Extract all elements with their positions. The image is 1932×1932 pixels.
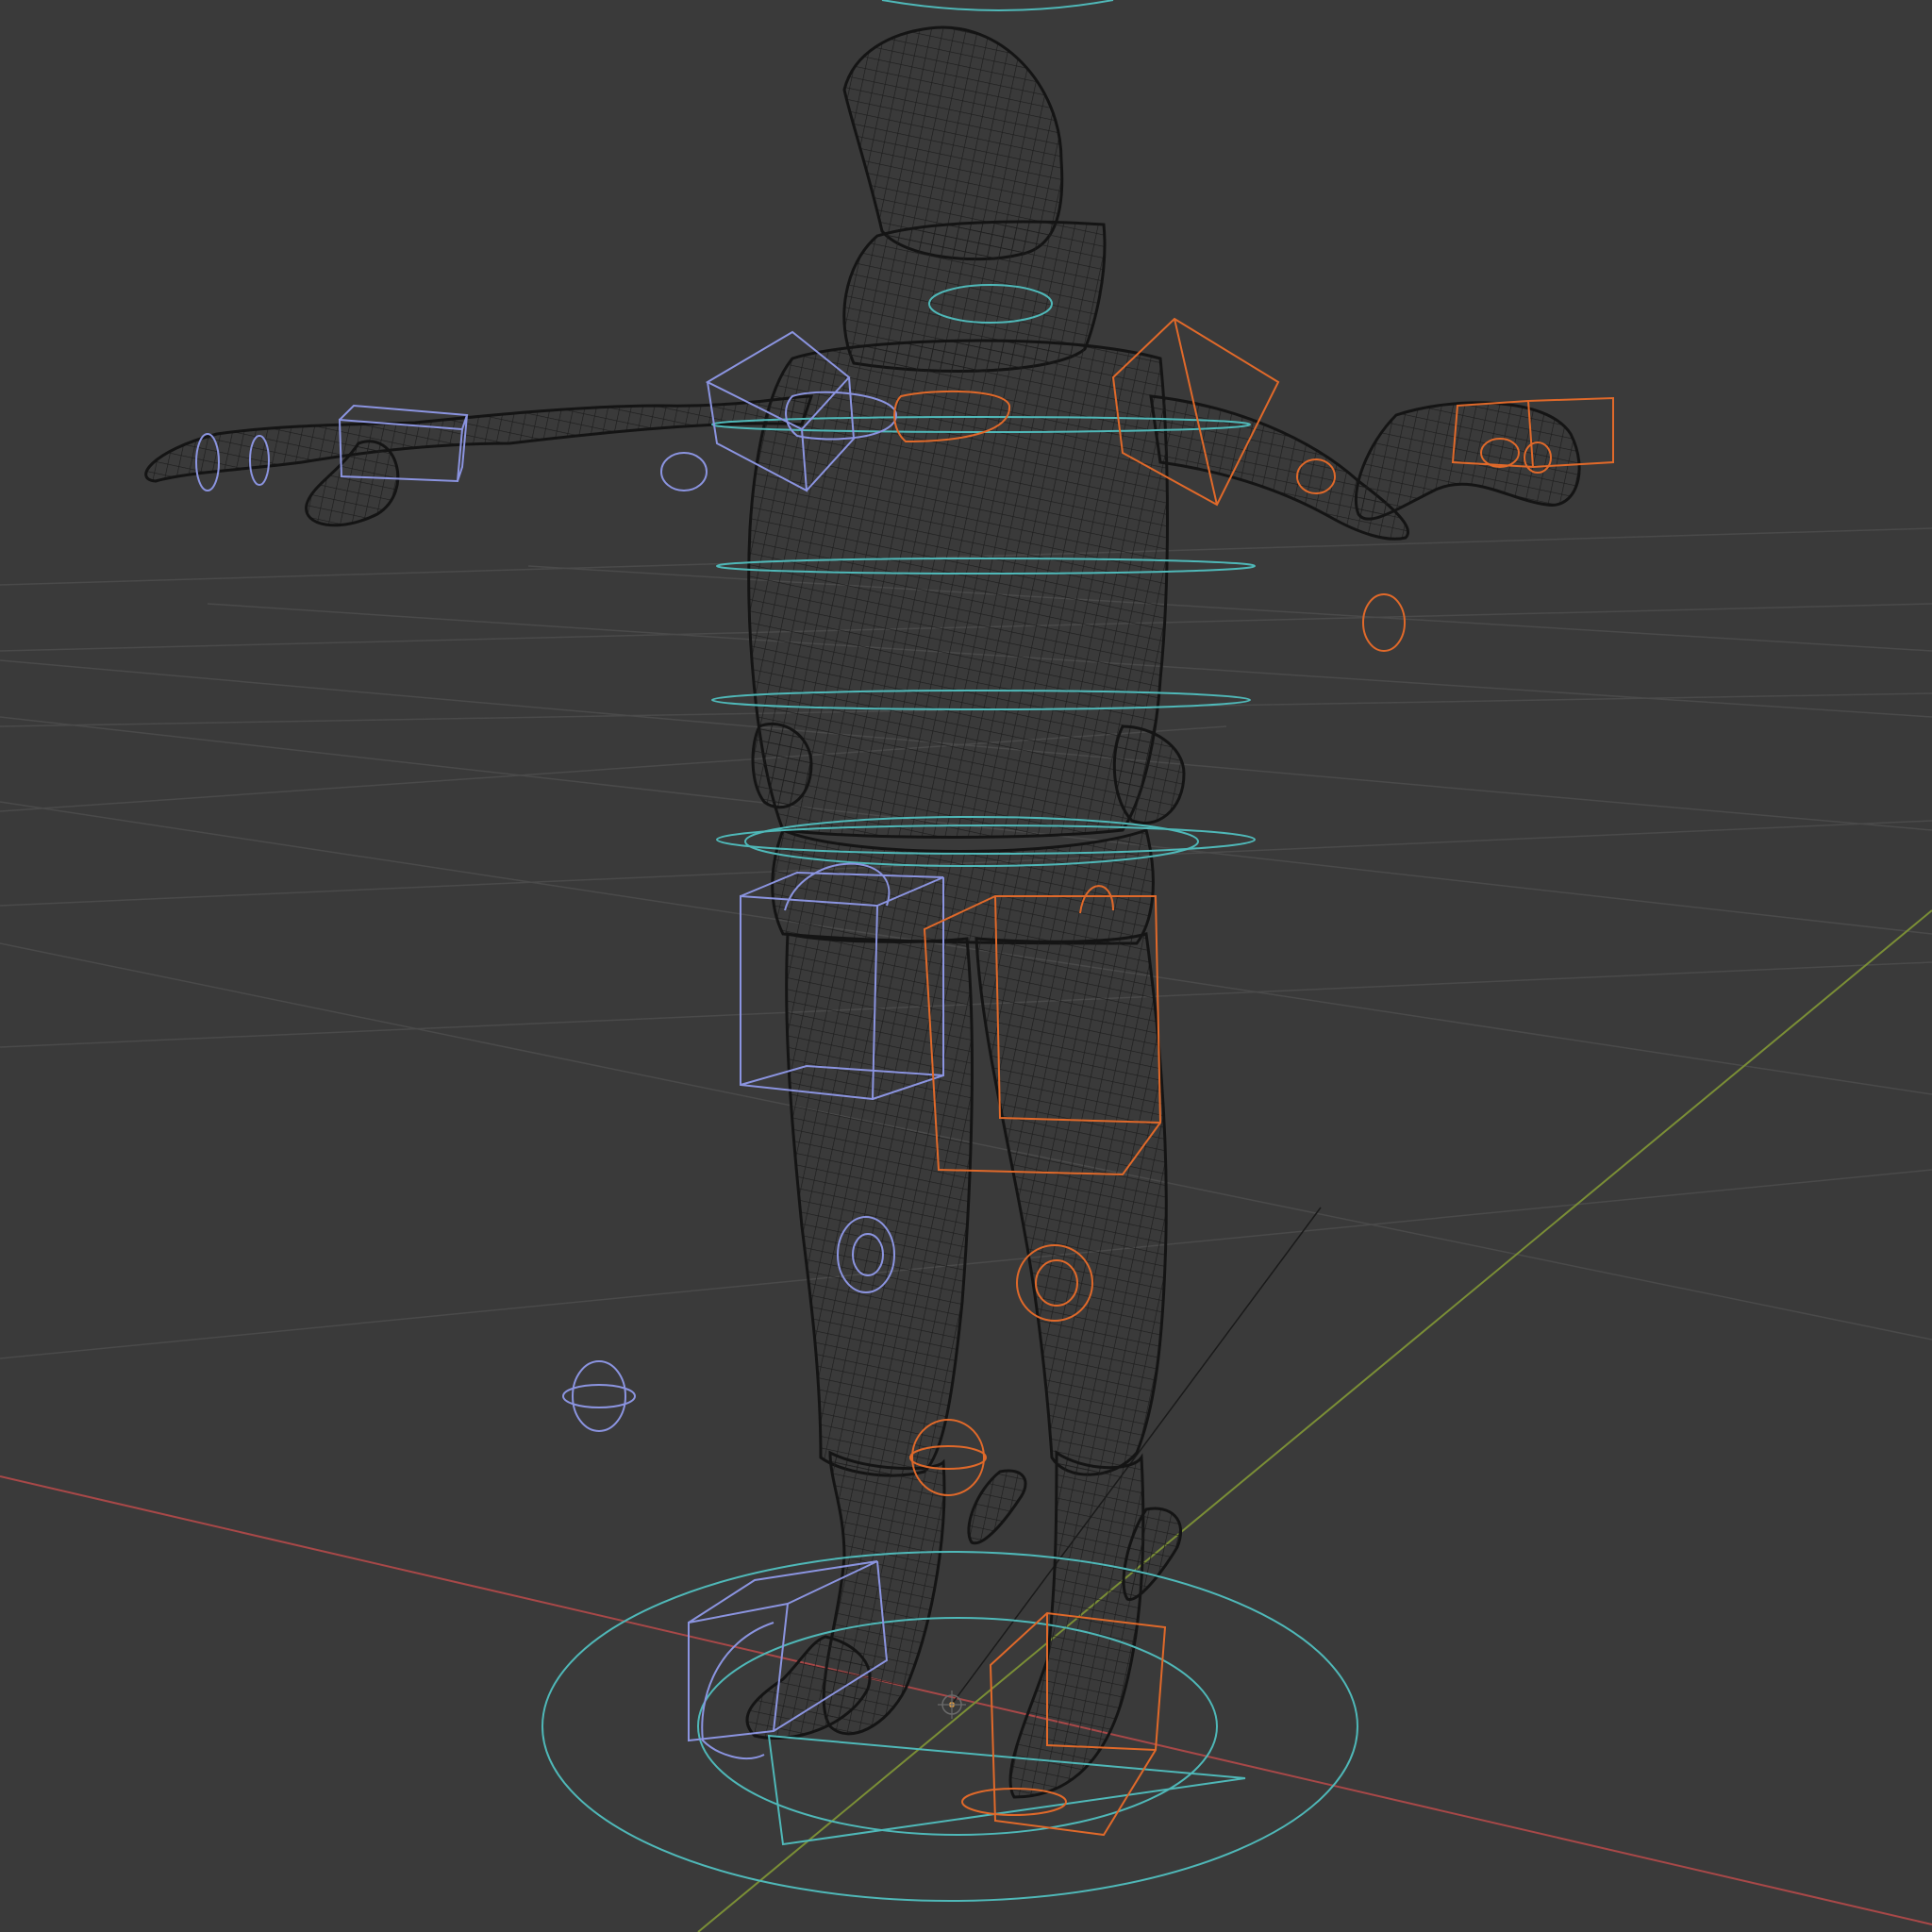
head-control-arc [881,0,1114,11]
aux-ball-left [572,1360,626,1432]
aux-ball-left-ring [562,1384,636,1408]
elbow-pole-left [660,452,708,491]
right-hand-mesh [1354,401,1581,521]
character-mesh[interactable] [144,25,1581,1799]
x-axis-line [0,1475,1932,1925]
right-leg-mesh [974,932,1168,1476]
left-boot-tip-mesh [967,1469,1027,1545]
right-hip-pouch-mesh [1112,724,1186,825]
right-shin-mesh [1008,1450,1145,1799]
forearm-ring-right [1362,593,1406,652]
viewport-canvas[interactable] [0,0,1932,1932]
root-circle [541,1551,1358,1902]
root-triangle [767,1734,1246,1846]
3d-viewport[interactable] [0,0,1932,1932]
